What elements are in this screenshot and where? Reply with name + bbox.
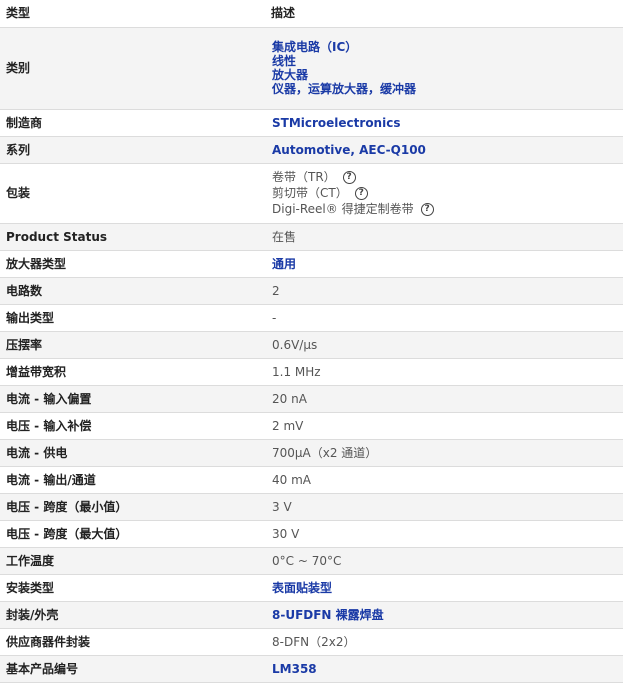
manufacturer-link[interactable]: STMicroelectronics: [272, 116, 617, 130]
table-row-series: 系列 Automotive, AEC-Q100: [0, 136, 623, 164]
table-row-product-status: Product Status 在售: [0, 223, 623, 251]
table-row-mounting-type: 安装类型 表面贴装型: [0, 574, 623, 602]
row-value: 在售: [265, 223, 623, 251]
row-label: 压摆率: [0, 331, 265, 359]
table-row-voltage-min: 电压 - 跨度（最小值） 3 V: [0, 493, 623, 521]
amplifier-type-link[interactable]: 通用: [272, 257, 617, 271]
base-part-number-link[interactable]: LM358: [272, 662, 617, 676]
table-row-category: 类别 集成电路（IC） 线性 放大器 仪器，运算放大器，缓冲器: [0, 27, 623, 110]
row-label: 制造商: [0, 109, 265, 137]
question-circle-icon[interactable]: ?: [354, 186, 368, 200]
table-row-voltage-max: 电压 - 跨度（最大值） 30 V: [0, 520, 623, 548]
category-values: 集成电路（IC） 线性 放大器 仪器，运算放大器，缓冲器: [265, 27, 623, 110]
mounting-type-link[interactable]: 表面贴装型: [272, 581, 617, 595]
row-label: 电压 - 跨度（最小值）: [0, 493, 265, 521]
table-row-supplier-package: 供应商器件封装 8-DFN（2x2）: [0, 628, 623, 656]
row-label: 输出类型: [0, 304, 265, 332]
table-row-gain-bandwidth: 增益带宽积 1.1 MHz: [0, 358, 623, 386]
category-link-linear[interactable]: 线性: [272, 54, 617, 68]
row-value: 3 V: [265, 493, 623, 521]
table-row-packaging: 包装 卷带（TR） ? 剪切带（CT） ? Digi-Reel® 得捷定制卷带 …: [0, 163, 623, 224]
header-type: 类型: [0, 0, 265, 28]
row-value: 20 nA: [265, 385, 623, 413]
row-label: 系列: [0, 136, 265, 164]
row-value: 0.6V/µs: [265, 331, 623, 359]
row-value: 2 mV: [265, 412, 623, 440]
row-value: 1.1 MHz: [265, 358, 623, 386]
table-row-manufacturer: 制造商 STMicroelectronics: [0, 109, 623, 137]
packaging-ct: 剪切带（CT）: [272, 186, 348, 200]
table-row-circuits: 电路数 2: [0, 277, 623, 305]
row-label: 包装: [0, 163, 265, 224]
row-value: 30 V: [265, 520, 623, 548]
row-value: 0°C ~ 70°C: [265, 547, 623, 575]
package-case-link[interactable]: 8-UFDFN 裸露焊盘: [272, 608, 617, 622]
table-row-output-current: 电流 - 输出/通道 40 mA: [0, 466, 623, 494]
packaging-option: Digi-Reel® 得捷定制卷带 ?: [272, 201, 617, 217]
row-label: 基本产品编号: [0, 655, 265, 683]
row-label: 电路数: [0, 277, 265, 305]
row-value: 700µA（x2 通道）: [265, 439, 623, 467]
category-link-opamp[interactable]: 仪器，运算放大器，缓冲器: [272, 82, 617, 96]
row-label: 电压 - 输入补偿: [0, 412, 265, 440]
row-label: 电流 - 输入偏置: [0, 385, 265, 413]
row-label: 放大器类型: [0, 250, 265, 278]
row-value: 40 mA: [265, 466, 623, 494]
row-label: 封装/外壳: [0, 601, 265, 629]
row-value: 8-DFN（2x2）: [265, 628, 623, 656]
row-value: 2: [265, 277, 623, 305]
row-label: 安装类型: [0, 574, 265, 602]
question-circle-icon[interactable]: ?: [420, 202, 434, 216]
series-link[interactable]: Automotive, AEC-Q100: [272, 143, 617, 157]
packaging-option: 卷带（TR） ?: [272, 169, 617, 185]
row-label: Product Status: [0, 223, 265, 251]
category-link-ic[interactable]: 集成电路（IC）: [272, 40, 617, 54]
product-attributes-table: 类型 描述 类别 集成电路（IC） 线性 放大器 仪器，运算放大器，缓冲器 制造…: [0, 0, 623, 683]
row-label: 类别: [0, 27, 265, 110]
table-row-output-type: 输出类型 -: [0, 304, 623, 332]
table-row-input-bias: 电流 - 输入偏置 20 nA: [0, 385, 623, 413]
row-label: 电流 - 输出/通道: [0, 466, 265, 494]
row-label: 供应商器件封装: [0, 628, 265, 656]
table-row-amplifier-type: 放大器类型 通用: [0, 250, 623, 278]
row-label: 工作温度: [0, 547, 265, 575]
row-value: -: [265, 304, 623, 332]
packaging-option: 剪切带（CT） ?: [272, 185, 617, 201]
row-label: 电压 - 跨度（最大值）: [0, 520, 265, 548]
header-description: 描述: [265, 0, 623, 28]
packaging-values: 卷带（TR） ? 剪切带（CT） ? Digi-Reel® 得捷定制卷带 ?: [265, 163, 623, 224]
question-circle-icon[interactable]: ?: [342, 170, 356, 184]
table-row-package-case: 封装/外壳 8-UFDFN 裸露焊盘: [0, 601, 623, 629]
table-header-row: 类型 描述: [0, 0, 623, 28]
table-row-slew-rate: 压摆率 0.6V/µs: [0, 331, 623, 359]
category-link-amplifier[interactable]: 放大器: [272, 68, 617, 82]
packaging-digireel: Digi-Reel® 得捷定制卷带: [272, 202, 414, 216]
table-row-input-offset: 电压 - 输入补偿 2 mV: [0, 412, 623, 440]
table-row-base-part-number: 基本产品编号 LM358: [0, 655, 623, 683]
row-label: 增益带宽积: [0, 358, 265, 386]
table-row-operating-temp: 工作温度 0°C ~ 70°C: [0, 547, 623, 575]
packaging-tr: 卷带（TR）: [272, 170, 336, 184]
row-label: 电流 - 供电: [0, 439, 265, 467]
table-row-supply-current: 电流 - 供电 700µA（x2 通道）: [0, 439, 623, 467]
